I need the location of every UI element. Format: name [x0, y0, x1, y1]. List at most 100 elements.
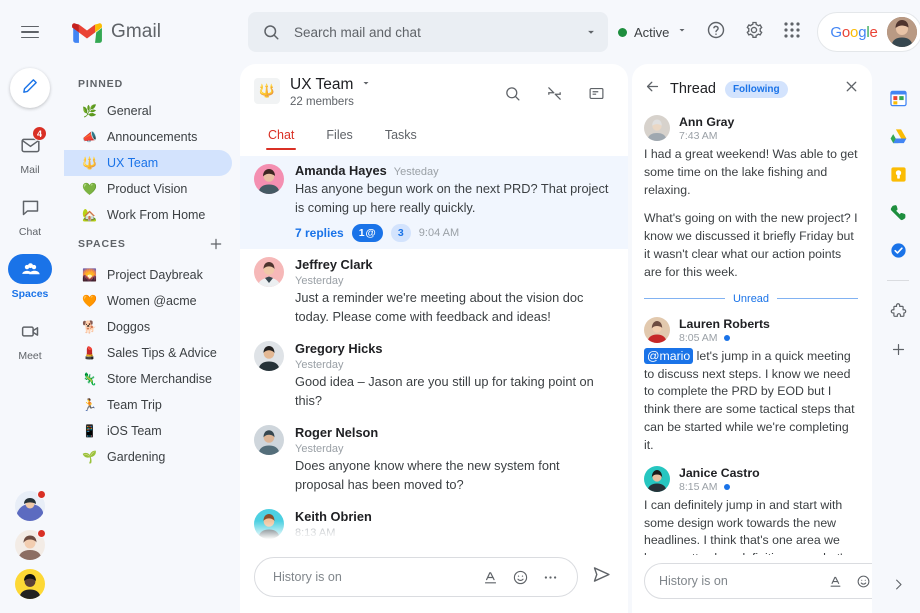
- mini-avatar-1[interactable]: [15, 491, 45, 521]
- search-input[interactable]: [294, 25, 570, 40]
- message-list[interactable]: Amanda Hayes Yesteday Has anyone begun w…: [240, 150, 628, 547]
- room-search-button[interactable]: [494, 78, 530, 114]
- following-badge[interactable]: Following: [725, 81, 788, 98]
- sidebar-item-ios-team[interactable]: 📱 iOS Team: [64, 418, 232, 444]
- sidebar-item-project-daybreak[interactable]: 🌄 Project Daybreak: [64, 262, 232, 288]
- message-author: Gregory Hicks: [295, 341, 383, 356]
- google-calendar-icon[interactable]: [888, 88, 908, 108]
- google-drive-icon[interactable]: [888, 126, 908, 146]
- thread-message-text: I had a great weekend! Was able to get s…: [644, 146, 858, 282]
- mention-count-badge[interactable]: 1@: [352, 224, 383, 242]
- message-item[interactable]: Jeffrey Clark Yesterday Just a reminder …: [240, 249, 628, 333]
- top-bar: Gmail Active: [0, 0, 920, 64]
- pinned-section-header: PINNED: [60, 72, 240, 98]
- back-button[interactable]: [644, 78, 661, 100]
- emoji-icon[interactable]: [850, 568, 872, 594]
- brand[interactable]: Gmail: [60, 21, 240, 44]
- thread-paragraph-rest: let's jump in a quick meeting to discuss…: [644, 349, 855, 452]
- tab-files[interactable]: Files: [314, 122, 364, 150]
- google-tasks-icon[interactable]: [888, 240, 908, 260]
- thread-message-author: Janice Castro: [679, 466, 760, 480]
- sidebar-item-product-vision[interactable]: 💚 Product Vision: [64, 176, 232, 202]
- search-icon: [504, 85, 521, 107]
- sidebar-item-general[interactable]: 🌿 General: [64, 98, 232, 124]
- message-header: Amanda Hayes Yesteday: [295, 163, 610, 178]
- chat-room-tabs: Chat Files Tasks: [254, 122, 614, 150]
- sidebar-item-doggos[interactable]: 🐕 Doggos: [64, 314, 232, 340]
- send-button[interactable]: [588, 564, 614, 590]
- tab-chat[interactable]: Chat: [256, 122, 306, 150]
- expand-rail-button[interactable]: [891, 577, 906, 613]
- sidebar-item-women-acme[interactable]: 🧡 Women @acme: [64, 288, 232, 314]
- sidebar-item-spaces[interactable]: Spaces: [4, 254, 56, 300]
- arrow-left-icon: [644, 78, 661, 100]
- meet-camera-icon: [8, 316, 52, 346]
- sidebar-item-work-from-home[interactable]: 🏡 Work From Home: [64, 202, 232, 228]
- thread-message-item[interactable]: Ann Gray 7:43 AM I had a great weekend! …: [632, 110, 872, 288]
- sidebar-item-chat[interactable]: Chat: [4, 192, 56, 238]
- add-app-button[interactable]: [888, 339, 908, 359]
- chevron-down-icon[interactable]: [360, 76, 372, 94]
- mini-avatar-2[interactable]: [15, 530, 45, 560]
- search-icon: [262, 23, 280, 41]
- sidebar-item-gardening[interactable]: 🌱 Gardening: [64, 444, 232, 470]
- google-keep-icon[interactable]: [888, 164, 908, 184]
- thread-summary[interactable]: 7 replies 1@ 3 9:04 AM: [295, 224, 610, 242]
- thread-message-item[interactable]: Janice Castro 8:15 AM I can definitely j…: [632, 461, 872, 555]
- settings-button[interactable]: [736, 14, 772, 50]
- google-apps-button[interactable]: [774, 14, 810, 50]
- sidebar-item-mail[interactable]: 4 Mail: [4, 130, 56, 176]
- close-thread-button[interactable]: [843, 78, 860, 100]
- reply-count-badge[interactable]: 3: [391, 224, 411, 242]
- spaces-section-header: SPACES: [60, 228, 240, 262]
- message-text: Just a reminder we're meeting about the …: [295, 289, 610, 326]
- sidebar-item-store-merchandise[interactable]: 🦎 Store Merchandise: [64, 366, 232, 392]
- tab-tasks[interactable]: Tasks: [373, 122, 429, 150]
- sidebar-item-team-trip[interactable]: 🏃 Team Trip: [64, 392, 232, 418]
- hamburger-icon: [21, 26, 39, 39]
- main-menu-button[interactable]: [0, 26, 60, 39]
- google-voice-icon[interactable]: [888, 202, 908, 222]
- status-button[interactable]: Active: [608, 16, 696, 48]
- message-timestamp: Yesterday: [295, 359, 610, 371]
- thread-composer[interactable]: [644, 563, 872, 599]
- search-box[interactable]: [248, 12, 608, 52]
- add-space-button[interactable]: [206, 234, 226, 254]
- message-header: Keith Obrien 8:13 AM: [295, 508, 610, 539]
- sidebar-item-sales-tips[interactable]: 💄 Sales Tips & Advice: [64, 340, 232, 366]
- message-item[interactable]: Amanda Hayes Yesteday Has anyone begun w…: [240, 156, 628, 249]
- sidebar-item-label: Project Daybreak: [107, 268, 203, 282]
- text-format-icon[interactable]: [477, 564, 503, 590]
- sidebar-item-label: General: [107, 104, 151, 118]
- sidebar-item-label: Work From Home: [107, 208, 205, 222]
- account-chip[interactable]: Google: [817, 12, 920, 52]
- puzzle-addon-icon[interactable]: [888, 301, 908, 321]
- chevron-down-icon[interactable]: [584, 25, 598, 39]
- collapse-button[interactable]: [536, 78, 572, 114]
- mini-avatar-3[interactable]: [15, 569, 45, 599]
- thread-panel-toggle-button[interactable]: [578, 78, 614, 114]
- sidebar-item-meet[interactable]: Meet: [4, 316, 56, 362]
- replies-link[interactable]: 7 replies: [295, 226, 344, 240]
- room-title-row[interactable]: UX Team: [290, 76, 484, 94]
- text-format-icon[interactable]: [822, 568, 848, 594]
- message-item[interactable]: Roger Nelson Yesterday Does anyone know …: [240, 417, 628, 501]
- sidebar-item-ux-team[interactable]: 🔱 UX Team: [64, 150, 232, 176]
- avatar: [254, 164, 284, 194]
- message-author: Amanda Hayes: [295, 163, 387, 178]
- thread-message-list[interactable]: Ann Gray 7:43 AM I had a great weekend! …: [632, 110, 872, 555]
- emoji-icon[interactable]: [507, 564, 533, 590]
- mention-chip[interactable]: @mario: [644, 348, 693, 364]
- message-input[interactable]: [273, 570, 473, 584]
- apps-grid-icon: [783, 21, 801, 44]
- message-item[interactable]: Gregory Hicks Yesterday Good idea – Jaso…: [240, 333, 628, 417]
- sidebar-item-announcements[interactable]: 📣 Announcements: [64, 124, 232, 150]
- thread-message-item[interactable]: Lauren Roberts 8:05 AM @mario let's jump…: [632, 312, 872, 461]
- unread-label: Unread: [733, 293, 769, 305]
- message-item[interactable]: Keith Obrien 8:13 AM Does anyone know wh…: [240, 501, 628, 547]
- more-horizontal-icon[interactable]: [537, 564, 563, 590]
- compose-button[interactable]: [10, 68, 50, 108]
- thread-message-input[interactable]: [659, 574, 820, 588]
- chat-composer[interactable]: [254, 557, 578, 597]
- help-button[interactable]: [698, 14, 734, 50]
